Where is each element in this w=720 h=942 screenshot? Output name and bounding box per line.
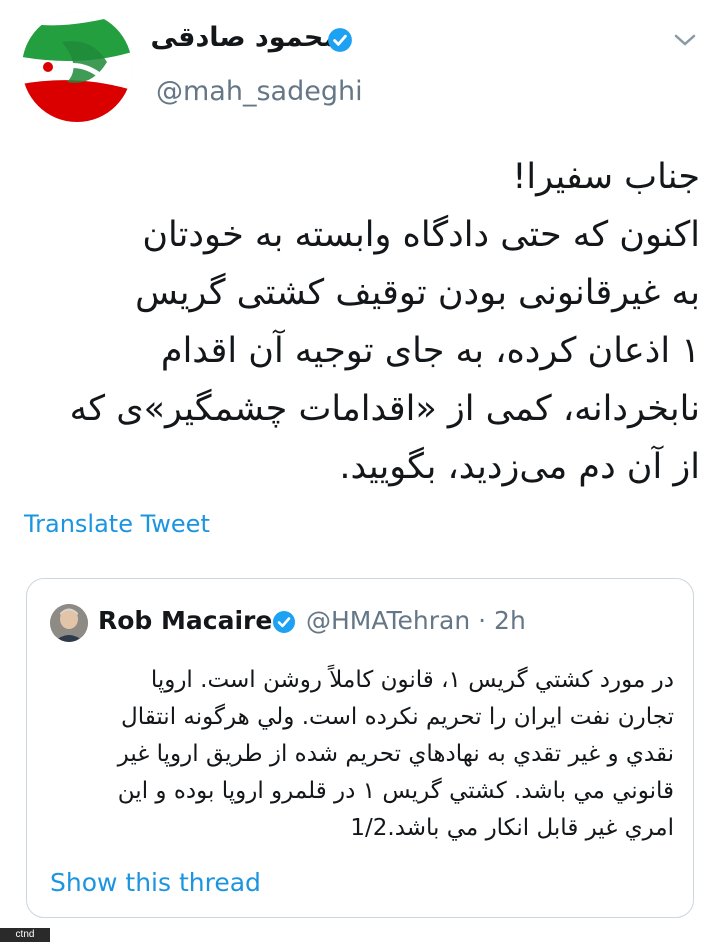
tweet-text-line: ۱ اذعان کرده، به جای توجیه آن اقدام [160, 331, 700, 371]
tweet-text-line: به غیرقانونی بودن توقیف کشتی گریس [135, 273, 700, 313]
iran-flag-calligraphy-avatar [22, 12, 132, 122]
quoted-text-line: نقدي و غير تقدي به نهادهاي تحريم شده از … [117, 741, 674, 767]
tweet-text-line: از آن دم می‌زدید، بگویید. [339, 447, 700, 487]
quoted-tweet-text: در مورد کشتي گريس ۱، قانون کاملاً روشن ا… [34, 662, 674, 847]
quoted-text-line: تجارن نفت ايران را تحريم نکرده است. ولي … [121, 704, 674, 730]
chevron-down-icon[interactable] [672, 30, 698, 50]
verified-badge-icon [273, 611, 295, 633]
profile-photo-avatar [50, 604, 88, 642]
tweet-text-line: اکنون که حتی دادگاه وابسته به خودتان [142, 215, 700, 255]
quoted-handle-time[interactable]: @HMATehran · 2h [306, 606, 526, 635]
tweet-text-line: نابخردانه، کمی از «اقدامات چشمگیر»ی که [69, 389, 700, 429]
quoted-text-line: امري غير قابل انکار مي باشد.1/2 [350, 815, 674, 841]
author-handle[interactable]: @mah_sadeghi [156, 76, 363, 107]
quoted-text-line: قانوني مي باشد. کشتي گريس ۱ در قلمرو ارو… [117, 778, 674, 804]
quoted-author-avatar[interactable] [50, 604, 88, 642]
verified-badge-icon [328, 28, 352, 52]
tweet-text-line: جناب سفیرا! [512, 157, 700, 197]
show-thread-link[interactable]: Show this thread [50, 868, 261, 897]
author-display-name[interactable]: محمود صادقی [150, 22, 340, 53]
translate-tweet-link[interactable]: Translate Tweet [24, 510, 210, 538]
author-avatar[interactable] [22, 12, 132, 122]
quoted-text-line: در مورد کشتي گريس ۱، قانون کاملاً روشن ا… [150, 667, 674, 693]
tweet-text: جناب سفیرا! اکنون که حتی دادگاه وابسته ب… [10, 148, 700, 496]
quoted-author-name[interactable]: Rob Macaire [98, 606, 272, 635]
site-watermark: ctnd [0, 928, 50, 942]
